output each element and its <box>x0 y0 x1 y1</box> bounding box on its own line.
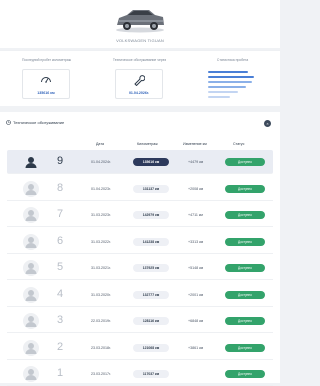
avatar-icon <box>23 180 39 197</box>
table-header-bar: Техническое обслуживание × <box>0 112 280 132</box>
wrench-icon <box>134 75 145 86</box>
avatar-icon <box>23 207 39 223</box>
status-button[interactable]: Доступно <box>225 290 265 299</box>
table-row[interactable]: 5 31.03.2021г. 137925 км +5148 км Доступно <box>7 256 273 280</box>
table-title: Техническое обслуживание <box>13 120 65 125</box>
row-number: 4 <box>57 287 64 300</box>
stat-value: 01.04.2026г. <box>128 91 150 95</box>
stat-title: Статистика пробега <box>216 58 249 62</box>
row-number: 3 <box>57 314 64 326</box>
avatar-icon <box>23 286 39 303</box>
table-row[interactable]: 4 31.03.2020г. 132777 км +2001 км Доступно <box>7 283 273 307</box>
stat-last-mileage: Последний пробег километраж 135616 км <box>0 51 93 107</box>
status-button[interactable]: Доступно <box>225 184 265 193</box>
row-date: 01.04.2023г. <box>91 186 111 191</box>
chart-bar <box>208 71 248 73</box>
row-number: 6 <box>57 234 64 247</box>
row-delta: +6848 км <box>188 319 204 323</box>
bars-chart-icon <box>204 65 262 103</box>
mileage-badge: 142979 км <box>133 211 169 219</box>
row-date: 31.03.2021г. <box>91 266 111 270</box>
stat-service: Техническое обслуживание через 01.04.202… <box>93 51 186 107</box>
vehicle-name: VOLKSWAGEN TIGUAN <box>116 38 164 43</box>
row-date: 31.03.2022г. <box>91 239 111 244</box>
vehicle-header: VOLKSWAGEN TIGUAN <box>0 0 280 48</box>
stat-box: 135616 км <box>22 69 70 99</box>
table-row[interactable]: 3 22.03.2019г. 128116 км +6848 км Доступно <box>7 309 273 333</box>
mileage-badge: 128116 км <box>133 317 169 325</box>
column-header-status: Статус <box>233 142 245 146</box>
stats-panel: Последний пробег километраж 135616 км Те… <box>0 50 280 106</box>
row-number: 7 <box>57 208 64 220</box>
row-number: 5 <box>57 261 64 273</box>
chart-bar <box>208 76 254 78</box>
status-button[interactable]: Доступно <box>225 317 265 325</box>
avatar-icon <box>23 366 39 382</box>
row-number: 8 <box>57 181 64 194</box>
maintenance-table: Техническое обслуживание × Дата Километр… <box>0 112 280 386</box>
chart-bar <box>208 91 238 93</box>
status-button[interactable]: Доступно <box>225 370 265 378</box>
column-header-date: Дата <box>96 142 104 146</box>
row-date: 01.04.2024г. <box>91 160 111 164</box>
table-row[interactable]: 1 23.03.2017г. 117037 км Доступно <box>7 362 273 386</box>
row-delta: +5148 км <box>188 266 204 270</box>
status-button[interactable]: Доступно <box>225 211 265 219</box>
table-row[interactable]: 6 31.03.2022г. 141238 км +3313 км Доступно <box>7 230 273 254</box>
row-delta: +3861 км <box>188 345 204 350</box>
row-date: 22.03.2019г. <box>91 319 111 323</box>
table-row[interactable]: 9 01.04.2024г. 135616 км +4479 км Доступно <box>7 150 273 174</box>
status-button[interactable]: Доступно <box>225 264 265 272</box>
gauge-icon <box>41 77 51 83</box>
column-header-delta: Изменение км <box>183 142 207 146</box>
row-date: 31.03.2023г. <box>91 213 111 217</box>
row-delta: +3313 км <box>188 239 204 244</box>
mileage-badge: 135616 км <box>133 158 169 166</box>
row-date: 23.03.2017г. <box>91 372 111 376</box>
mileage-badge: 132777 км <box>133 290 169 299</box>
stat-statistics: Статистика пробега <box>186 51 279 107</box>
stat-value: 135616 км <box>37 91 55 95</box>
stat-box: 01.04.2026г. <box>115 69 163 99</box>
row-delta: +4711 км <box>188 213 203 217</box>
avatar-icon <box>23 260 39 276</box>
mileage-badge: 117037 км <box>133 370 169 378</box>
row-delta: +2008 км <box>188 186 204 191</box>
row-number: 1 <box>57 367 64 379</box>
clock-icon <box>6 120 11 125</box>
table-row[interactable]: 8 01.04.2023г. 131137 км +2008 км Доступно <box>7 177 273 201</box>
row-delta: +4479 км <box>188 160 204 164</box>
close-button[interactable]: × <box>264 120 271 127</box>
row-delta: +2001 км <box>188 292 204 297</box>
row-number: 9 <box>57 155 64 167</box>
avatar-icon <box>23 154 39 170</box>
avatar-icon <box>23 339 39 356</box>
stat-title: Техническое обслуживание через <box>112 58 167 62</box>
mileage-badge: 141238 км <box>133 237 169 246</box>
row-date: 31.03.2020г. <box>91 292 111 297</box>
row-number: 2 <box>57 340 64 353</box>
table-row[interactable]: 7 31.03.2023г. 142979 км +4711 км Доступно <box>7 203 273 227</box>
mileage-badge: 121068 км <box>133 343 169 352</box>
status-button[interactable]: Доступно <box>225 158 265 166</box>
chart-bar <box>208 81 252 83</box>
row-date: 23.03.2018г. <box>91 345 111 350</box>
mileage-badge: 131137 км <box>133 184 169 193</box>
chart-bar <box>208 86 246 88</box>
avatar-icon <box>23 233 39 250</box>
car-image <box>116 10 164 33</box>
table-row[interactable]: 2 23.03.2018г. 121068 км +3861 км Доступно <box>7 336 273 360</box>
avatar-icon <box>23 313 39 329</box>
status-button[interactable]: Доступно <box>225 237 265 246</box>
column-header-mileage: Километраж <box>137 142 158 146</box>
chart-bar <box>208 96 230 98</box>
mileage-badge: 137925 км <box>133 264 169 272</box>
status-button[interactable]: Доступно <box>225 343 265 352</box>
stat-title: Последний пробег километраж <box>22 58 71 62</box>
